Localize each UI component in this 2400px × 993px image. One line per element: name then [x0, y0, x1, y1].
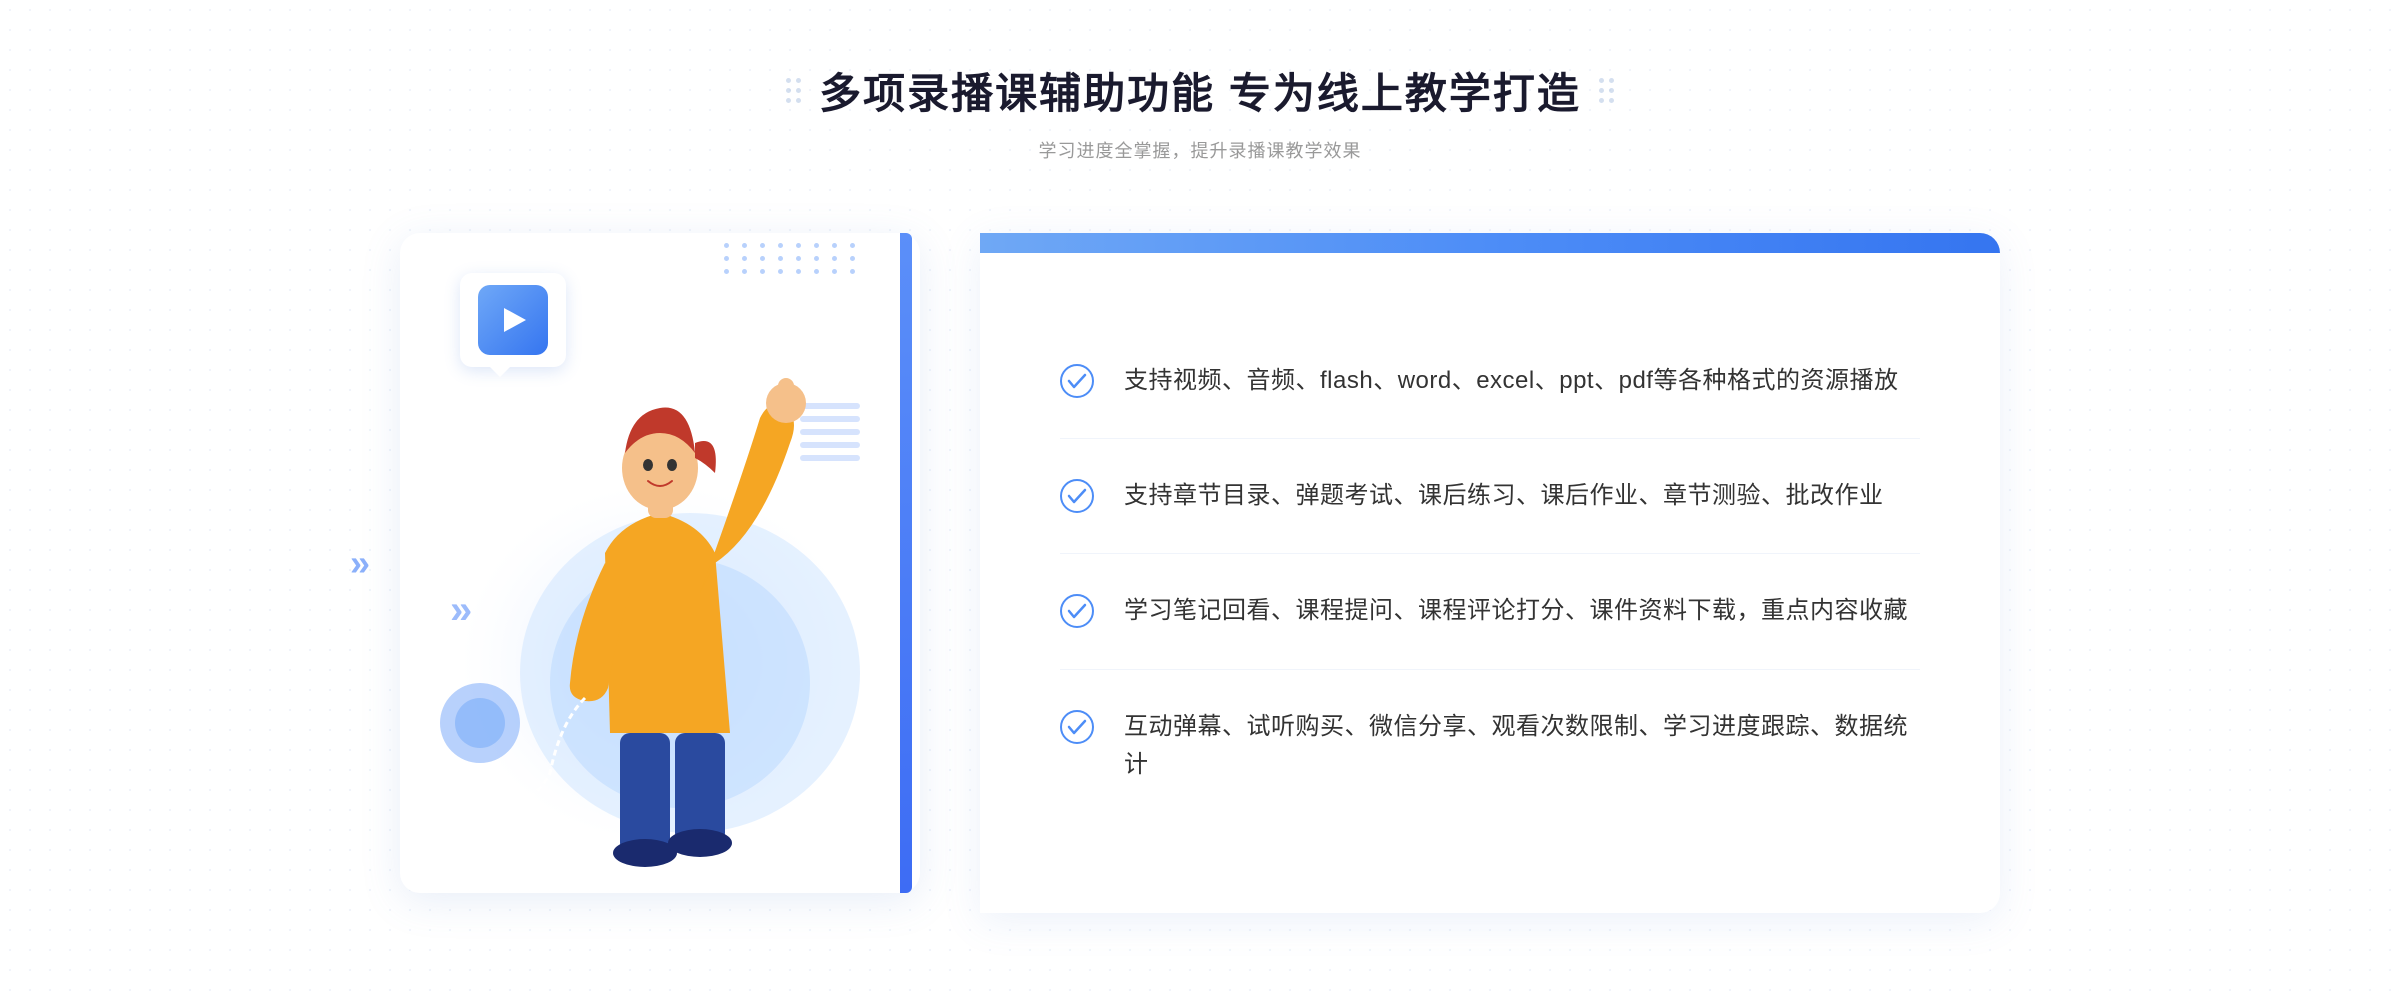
feature-item-1: 支持视频、音频、flash、word、excel、ppt、pdf等各种格式的资源… — [1060, 324, 1920, 439]
feature-text-4: 互动弹幕、试听购买、微信分享、观看次数限制、学习进度跟踪、数据统计 — [1124, 708, 1920, 785]
speech-bubble — [460, 273, 566, 367]
main-content: » — [400, 213, 2000, 913]
feature-item-3: 学习笔记回看、课程提问、课程评论打分、课件资料下载，重点内容收藏 — [1060, 554, 1920, 669]
dot-grid-top — [724, 243, 860, 274]
header-section: 多项录播课辅助功能 专为线上教学打造 学习进度全掌握，提升录播课教学效果 — [786, 60, 1614, 163]
feature-item-2: 支持章节目录、弹题考试、课后练习、课后作业、章节测验、批改作业 — [1060, 439, 1920, 554]
check-icon-2 — [1060, 479, 1094, 513]
check-icon-3 — [1060, 594, 1094, 628]
check-icon-4 — [1060, 710, 1094, 744]
page-subtitle: 学习进度全掌握，提升录播课教学效果 — [786, 137, 1614, 163]
feature-item-4: 互动弹幕、试听购买、微信分享、观看次数限制、学习进度跟踪、数据统计 — [1060, 670, 1920, 823]
play-icon — [478, 285, 548, 355]
page-wrapper: 多项录播课辅助功能 专为线上教学打造 学习进度全掌握，提升录播课教学效果 — [0, 0, 2400, 993]
check-icon-1 — [1060, 364, 1094, 398]
title-row: 多项录播课辅助功能 专为线上教学打造 — [786, 60, 1614, 121]
svg-text:»: » — [450, 588, 472, 632]
feature-text-2: 支持章节目录、弹题考试、课后练习、课后作业、章节测验、批改作业 — [1124, 477, 1884, 515]
illustration-content: » — [400, 213, 920, 913]
right-dots — [1599, 78, 1614, 103]
illustration-panel: » — [400, 213, 980, 913]
left-dots — [786, 78, 801, 103]
features-list-panel: 支持视频、音频、flash、word、excel、ppt、pdf等各种格式的资源… — [980, 233, 2000, 913]
chevron-left-decoration: » — [350, 542, 370, 584]
feature-text-3: 学习笔记回看、课程提问、课程评论打分、课件资料下载，重点内容收藏 — [1124, 592, 1908, 630]
page-title: 多项录播课辅助功能 专为线上教学打造 — [819, 60, 1581, 121]
feature-text-1: 支持视频、音频、flash、word、excel、ppt、pdf等各种格式的资源… — [1124, 362, 1898, 400]
panel-top-bar — [980, 233, 2000, 253]
